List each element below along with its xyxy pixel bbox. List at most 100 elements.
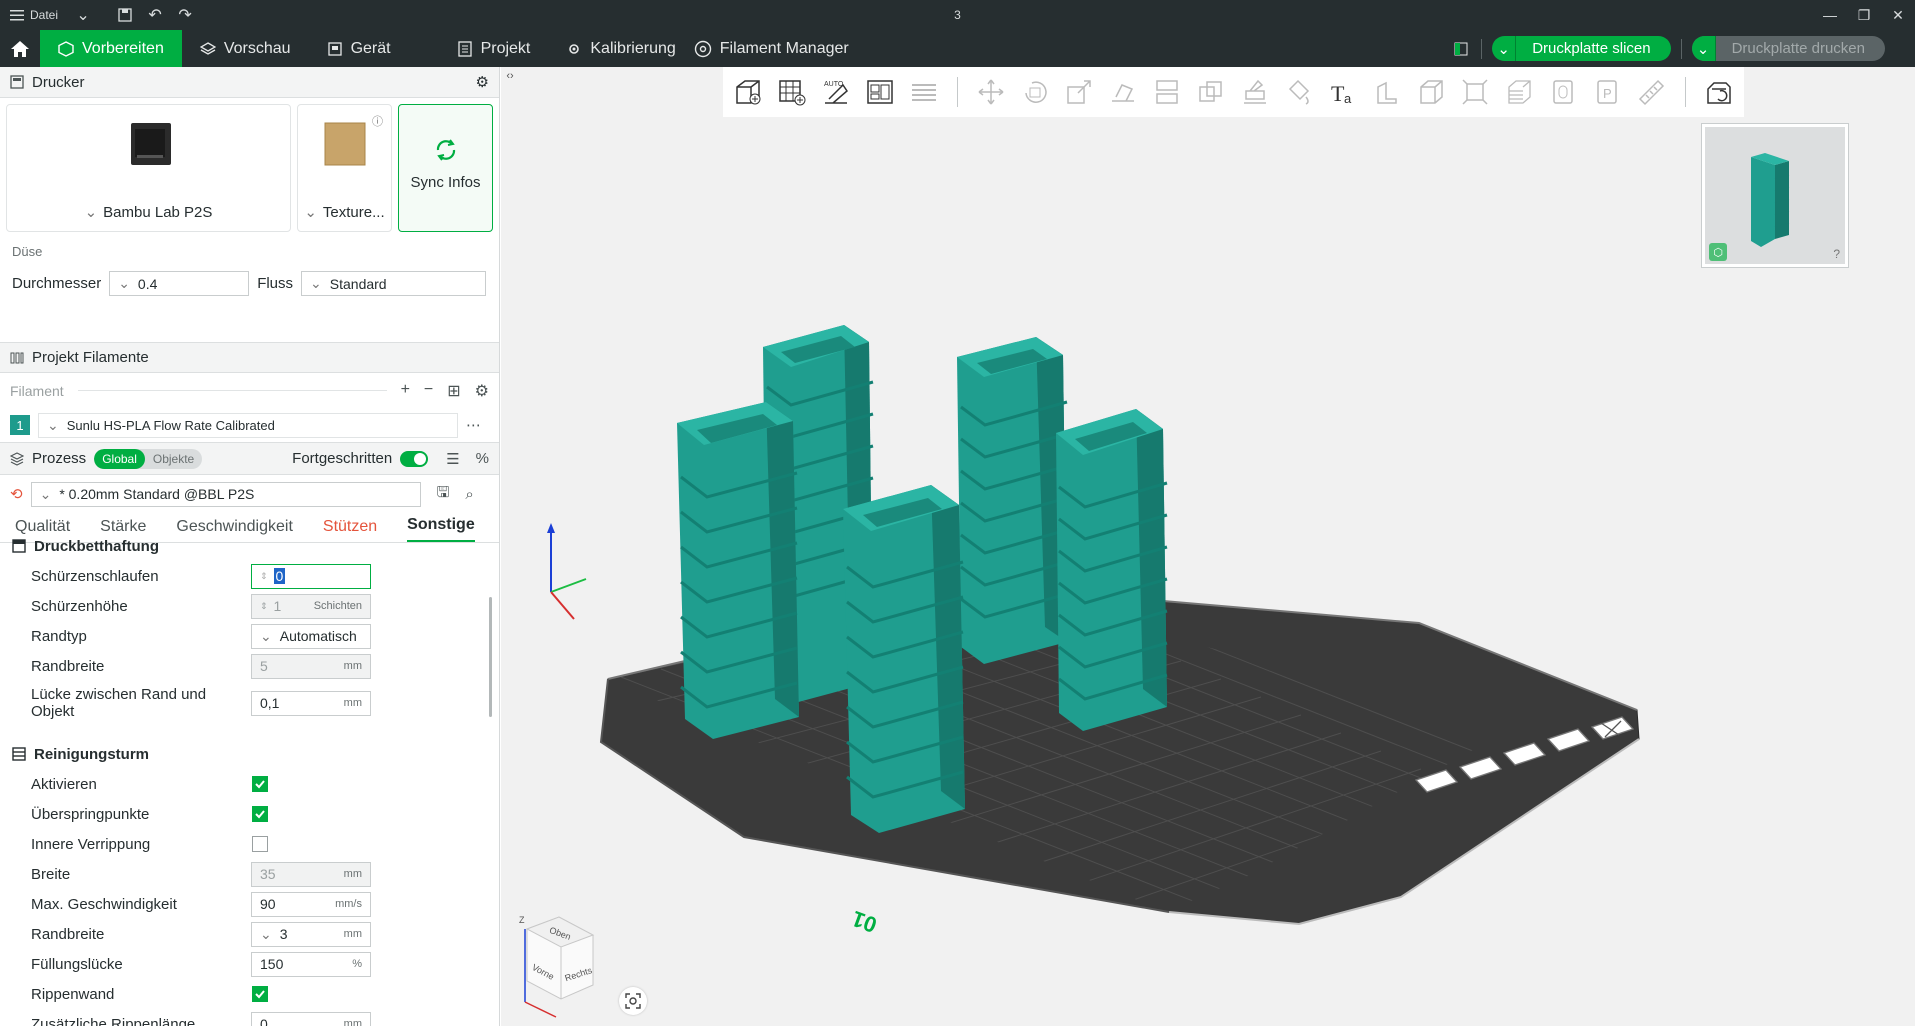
move-icon[interactable] bbox=[973, 73, 1010, 111]
seam-icon[interactable] bbox=[1545, 73, 1582, 111]
home-icon[interactable] bbox=[0, 30, 40, 67]
filament-select[interactable]: ⌄ Sunlu HS-PLA Flow Rate Calibrated bbox=[38, 412, 458, 438]
tower-width-input[interactable]: 35 mm bbox=[251, 861, 371, 887]
minimize-icon[interactable]: — bbox=[1813, 0, 1847, 30]
svg-text:T: T bbox=[1331, 81, 1345, 106]
title-bar: Datei ⌄ ↶ ↷ 3 — ❐ ✕ bbox=[0, 0, 1915, 30]
assembly-icon[interactable] bbox=[1457, 73, 1494, 111]
filament-index-badge[interactable]: 1 bbox=[10, 415, 30, 435]
emboss-icon[interactable] bbox=[1369, 73, 1406, 111]
tab-project[interactable]: Projekt bbox=[439, 30, 549, 67]
file-menu-button[interactable]: Datei bbox=[0, 0, 68, 30]
rib-wall-checkbox[interactable] bbox=[252, 986, 268, 1002]
add-icon[interactable]: + bbox=[401, 381, 410, 401]
save-preset-icon[interactable]: 🖫 bbox=[437, 482, 450, 507]
tab-calibration[interactable]: Kalibrierung bbox=[548, 30, 693, 67]
skip-points-checkbox[interactable] bbox=[252, 806, 268, 822]
filament-sync-icon[interactable]: ⊞ bbox=[447, 381, 460, 401]
skirt-height-input[interactable]: ⇕ 1 Schichten bbox=[251, 593, 371, 619]
object-icon[interactable]: ⬡ bbox=[1709, 243, 1727, 261]
spinner-icon[interactable]: ⇕ bbox=[260, 571, 268, 582]
redo-icon[interactable]: ↷ bbox=[170, 0, 200, 30]
tab-device[interactable]: Gerät bbox=[309, 30, 409, 67]
cut-icon[interactable] bbox=[1149, 73, 1186, 111]
print-plate-button[interactable]: ⌄ Druckplatte drucken bbox=[1691, 36, 1885, 61]
split-layers-icon[interactable] bbox=[905, 73, 942, 111]
plate-card[interactable]: ⓘ ⌄ Texture... bbox=[296, 104, 392, 232]
chevron-down-icon[interactable]: ⌄ bbox=[68, 0, 98, 30]
measure-box-icon[interactable] bbox=[1413, 73, 1450, 111]
global-objects-toggle[interactable]: Global Objekte bbox=[94, 448, 203, 469]
brim-gap-input[interactable]: 0,1 mm bbox=[251, 690, 371, 716]
save-icon[interactable] bbox=[110, 0, 140, 30]
help-icon[interactable]: ? bbox=[1833, 247, 1840, 261]
gear-icon bbox=[569, 43, 580, 54]
layout-icon[interactable] bbox=[1451, 39, 1471, 59]
3d-viewport[interactable]: ‹› AUTO Ta P ⬡ ? 01 Z Oben Vorne Rechts bbox=[501, 67, 1915, 1026]
plate-settings-icon[interactable]: P bbox=[1589, 73, 1626, 111]
gear-icon[interactable]: ⚙ bbox=[475, 381, 489, 401]
max-speed-input[interactable]: 90 mm/s bbox=[251, 891, 371, 917]
tower-4 bbox=[1056, 409, 1168, 731]
chevron-down-icon[interactable]: ⌄ bbox=[304, 203, 317, 221]
global-option[interactable]: Global bbox=[94, 448, 145, 469]
tab-preview[interactable]: Vorschau bbox=[182, 30, 309, 67]
add-plate-icon[interactable] bbox=[773, 73, 810, 111]
scale-icon[interactable] bbox=[1061, 73, 1098, 111]
list-icon[interactable]: ☰ bbox=[446, 450, 459, 468]
skirt-loops-input[interactable]: ⇕ 0 bbox=[251, 563, 371, 589]
hamburger-icon bbox=[10, 10, 24, 21]
tower-brim-width-select[interactable]: ⌄ 3 mm bbox=[251, 921, 371, 947]
nozzle-flow-select[interactable]: ⌄ Standard bbox=[301, 271, 487, 296]
reset-icon[interactable]: ⟲ bbox=[10, 485, 23, 503]
gear-icon[interactable]: ⚙ bbox=[476, 73, 489, 91]
chevron-down-icon[interactable]: ⌄ bbox=[1492, 36, 1517, 61]
undo-icon[interactable]: ↶ bbox=[140, 0, 170, 30]
boolean-icon[interactable] bbox=[1193, 73, 1230, 111]
skirt-height-label: Schürzenhöhe bbox=[31, 597, 128, 615]
chevron-down-icon[interactable]: ⌄ bbox=[85, 203, 98, 221]
advanced-switch[interactable] bbox=[400, 450, 429, 467]
process-preset-select[interactable]: ⌄ * 0.20mm Standard @BBL P2S bbox=[30, 481, 421, 507]
ruler-icon[interactable] bbox=[1633, 73, 1670, 111]
collapse-sidebar-icon[interactable]: ‹› bbox=[501, 67, 519, 85]
info-icon[interactable]: ⓘ bbox=[372, 113, 383, 129]
percent-icon[interactable]: % bbox=[476, 450, 489, 467]
slice-plate-button[interactable]: ⌄ Druckplatte slicen bbox=[1492, 36, 1671, 61]
extra-rib-input[interactable]: 0 mm bbox=[251, 1011, 371, 1026]
variable-layer-icon[interactable] bbox=[1501, 73, 1538, 111]
nozzle-diameter-select[interactable]: ⌄ 0.4 bbox=[109, 271, 250, 296]
remove-icon[interactable]: − bbox=[424, 381, 433, 401]
auto-orient-icon[interactable]: AUTO bbox=[817, 73, 854, 111]
support-paint-icon[interactable] bbox=[1237, 73, 1274, 111]
add-object-icon[interactable] bbox=[729, 73, 766, 111]
close-icon[interactable]: ✕ bbox=[1881, 0, 1915, 30]
internal-ribs-checkbox[interactable] bbox=[252, 836, 268, 852]
tab-filament-manager[interactable]: Filament Manager bbox=[694, 30, 867, 67]
enable-checkbox[interactable] bbox=[252, 776, 268, 792]
spinner-icon[interactable]: ⇕ bbox=[260, 601, 268, 612]
chevron-down-icon[interactable]: ⌄ bbox=[1691, 36, 1716, 61]
rotate-icon[interactable] bbox=[1017, 73, 1054, 111]
restore-icon[interactable]: ❐ bbox=[1847, 0, 1881, 30]
plate-thumbnail[interactable]: ⬡ ? bbox=[1701, 123, 1849, 268]
assembly-view-icon[interactable] bbox=[1701, 73, 1738, 111]
printer-card[interactable]: ⌄ Bambu Lab P2S bbox=[6, 104, 291, 232]
text-tool-icon[interactable]: Ta bbox=[1325, 73, 1362, 111]
tab-prepare[interactable]: Vorbereiten bbox=[40, 30, 182, 67]
brim-type-select[interactable]: ⌄ Automatisch bbox=[251, 623, 371, 649]
objects-option[interactable]: Objekte bbox=[145, 449, 202, 469]
cube-front-label: Vorne bbox=[530, 962, 555, 982]
reset-view-button[interactable] bbox=[619, 987, 647, 1015]
sidebar-scrollbar[interactable] bbox=[489, 597, 492, 717]
infill-gap-unit: % bbox=[352, 958, 362, 970]
brim-width-input[interactable]: 5 mm bbox=[251, 653, 371, 679]
sync-infos-button[interactable]: Sync Infos bbox=[398, 104, 494, 232]
color-paint-icon[interactable] bbox=[1281, 73, 1318, 111]
lay-on-face-icon[interactable] bbox=[1105, 73, 1142, 111]
arrange-icon[interactable] bbox=[861, 73, 898, 111]
prime-tower-icon bbox=[12, 747, 26, 761]
search-icon[interactable]: ⌕ bbox=[465, 486, 473, 503]
infill-gap-input[interactable]: 150 % bbox=[251, 951, 371, 977]
more-options-icon[interactable]: ⋯ bbox=[466, 416, 481, 434]
